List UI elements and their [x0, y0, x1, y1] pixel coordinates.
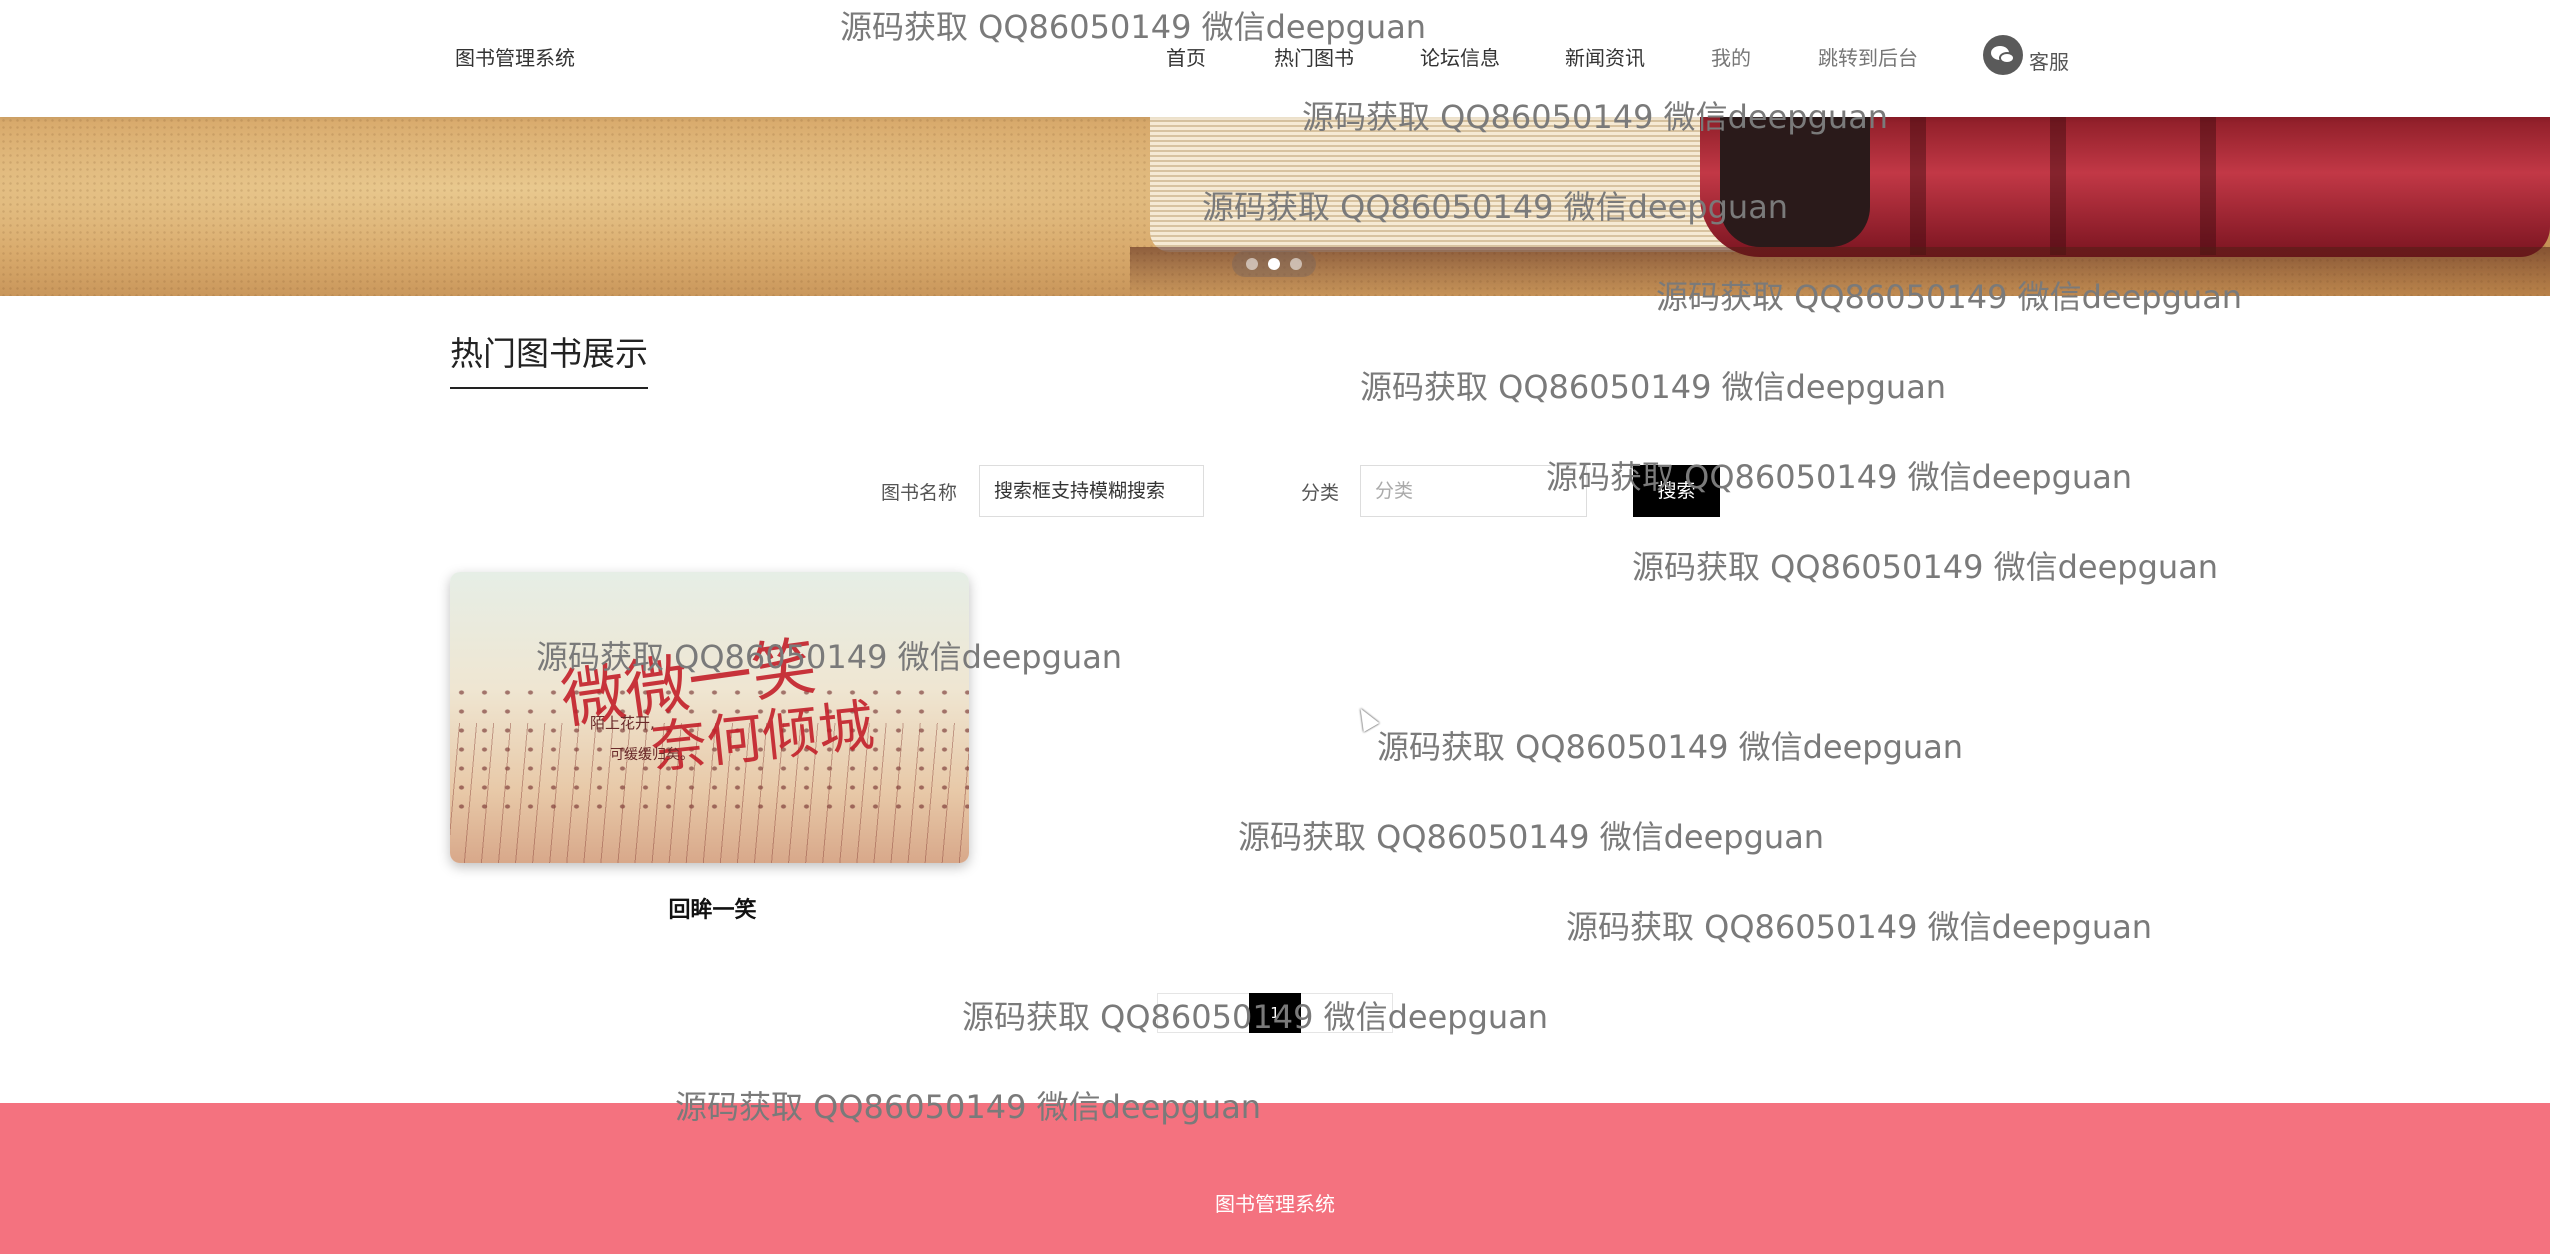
mouse-cursor	[1352, 703, 1380, 733]
nav-forum[interactable]: 论坛信息	[1420, 42, 1500, 71]
main-nav: 首页 热门图书 论坛信息 新闻资讯 我的 跳转到后台	[0, 42, 2550, 72]
watermark: 源码获取 QQ86050149 微信deepguan	[1360, 368, 1947, 406]
watermark: 源码获取 QQ86050149 微信deepguan	[1566, 908, 2153, 946]
category-label: 分类	[1301, 482, 1340, 504]
watermark: 源码获取 QQ86050149 微信deepguan	[1238, 818, 1825, 856]
nav-my[interactable]: 我的	[1711, 42, 1751, 71]
nav-admin[interactable]: 跳转到后台	[1818, 42, 1918, 71]
carousel-dot-1[interactable]	[1246, 258, 1258, 270]
footer-text: 图书管理系统	[1215, 1192, 1335, 1216]
top-navbar: 图书管理系统 首页 热门图书 论坛信息 新闻资讯 我的 跳转到后台 客服	[0, 0, 2550, 117]
cover-text-line-1: 陌上花开,	[590, 714, 655, 732]
wechat-icon	[1983, 35, 2023, 75]
book-title[interactable]: 回眸一笑	[450, 892, 975, 924]
book-name-input[interactable]: 搜索框支持模糊搜索	[979, 465, 1204, 517]
banner-carousel[interactable]	[0, 117, 2550, 296]
category-input[interactable]: 分类	[1360, 465, 1587, 517]
book-cover[interactable]: 微微一笑 奈何倾城 陌上花开, 可缓缓归矣。	[450, 572, 969, 863]
customer-service-button[interactable]: 客服	[1983, 34, 2069, 76]
watermark: 源码获取 QQ86050149 微信deepguan	[1632, 548, 2219, 586]
search-button[interactable]: 搜索	[1633, 465, 1720, 517]
customer-service-label: 客服	[2029, 49, 2069, 74]
watermark: 源码获取 QQ86050149 微信deepguan	[1377, 728, 1964, 766]
book-name-label: 图书名称	[881, 482, 958, 504]
carousel-dot-3[interactable]	[1290, 258, 1302, 270]
section-title: 热门图书展示	[450, 334, 648, 373]
banner-book-pages	[1150, 117, 1770, 252]
page-number-current[interactable]: 1	[1249, 993, 1301, 1033]
nav-home[interactable]: 首页	[1166, 42, 1206, 71]
nav-news[interactable]: 新闻资讯	[1565, 42, 1645, 71]
section-title-underline	[450, 387, 648, 389]
cover-text-line-2: 可缓缓归矣。	[610, 747, 694, 763]
carousel-indicators	[1232, 251, 1316, 277]
footer	[0, 1103, 2550, 1254]
banner-book-label	[1720, 117, 1870, 247]
nav-hot-books[interactable]: 热门图书	[1274, 42, 1354, 71]
carousel-dot-2[interactable]	[1268, 258, 1280, 270]
